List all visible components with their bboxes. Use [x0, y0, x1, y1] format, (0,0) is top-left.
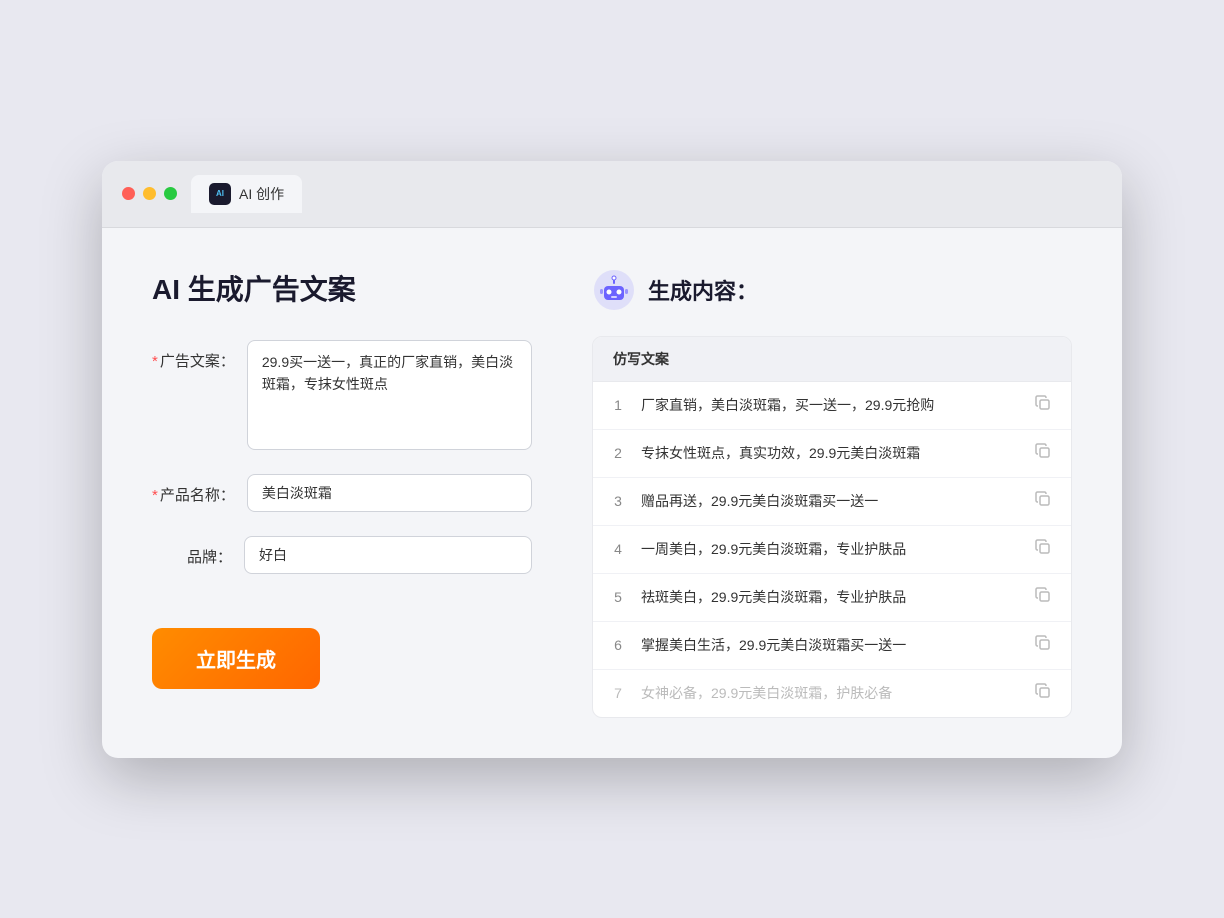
product-name-label: *产品名称：: [152, 474, 235, 505]
table-row: 2 专抹女性斑点，真实功效，29.9元美白淡斑霜: [593, 430, 1071, 478]
row-number: 5: [609, 589, 627, 605]
content-area: AI 生成广告文案 *广告文案： *产品名称： 品牌： 立: [102, 228, 1122, 758]
row-number: 1: [609, 397, 627, 413]
brand-group: 品牌：: [152, 536, 532, 574]
page-title: AI 生成广告文案: [152, 268, 532, 308]
title-bar: AI 创作: [102, 161, 1122, 228]
row-text: 祛斑美白，29.9元美白淡斑霜，专业护肤品: [641, 587, 1021, 608]
table-row: 4 一周美白，29.9元美白淡斑霜，专业护肤品: [593, 526, 1071, 574]
row-text: 掌握美白生活，29.9元美白淡斑霜买一送一: [641, 635, 1021, 656]
product-name-input[interactable]: [247, 474, 532, 512]
copy-icon[interactable]: [1035, 587, 1055, 607]
product-name-group: *产品名称：: [152, 474, 532, 512]
close-button[interactable]: [122, 187, 135, 200]
brand-input[interactable]: [244, 536, 532, 574]
browser-window: AI 创作 AI 生成广告文案 *广告文案： *产品名称：: [102, 161, 1122, 758]
copy-icon[interactable]: [1035, 683, 1055, 703]
row-text: 专抹女性斑点，真实功效，29.9元美白淡斑霜: [641, 443, 1021, 464]
ai-tab-label: AI 创作: [239, 184, 284, 204]
table-row: 3 赠品再送，29.9元美白淡斑霜买一送一: [593, 478, 1071, 526]
brand-label: 品牌：: [152, 536, 232, 567]
row-text: 赠品再送，29.9元美白淡斑霜买一送一: [641, 491, 1021, 512]
row-text: 女神必备，29.9元美白淡斑霜，护肤必备: [641, 683, 1021, 704]
row-text: 厂家直销，美白淡斑霜，买一送一，29.9元抢购: [641, 395, 1021, 416]
row-number: 2: [609, 445, 627, 461]
product-required-star: *: [152, 487, 158, 504]
result-table: 仿写文案 1 厂家直销，美白淡斑霜，买一送一，29.9元抢购 2 专抹女性斑点，真实…: [592, 336, 1072, 718]
ai-tab[interactable]: AI 创作: [191, 175, 302, 213]
ad-copy-input[interactable]: [247, 340, 532, 450]
table-row: 5 祛斑美白，29.9元美白淡斑霜，专业护肤品: [593, 574, 1071, 622]
traffic-lights: [122, 187, 177, 200]
table-row: 1 厂家直销，美白淡斑霜，买一送一，29.9元抢购: [593, 382, 1071, 430]
right-panel: 生成内容： 仿写文案 1 厂家直销，美白淡斑霜，买一送一，29.9元抢购 2 专抹女…: [592, 268, 1072, 718]
copy-icon[interactable]: [1035, 395, 1055, 415]
table-header: 仿写文案: [593, 337, 1071, 382]
copy-icon[interactable]: [1035, 539, 1055, 559]
robot-icon: [592, 268, 636, 312]
ad-required-star: *: [152, 353, 158, 370]
ad-copy-group: *广告文案：: [152, 340, 532, 450]
minimize-button[interactable]: [143, 187, 156, 200]
copy-icon[interactable]: [1035, 491, 1055, 511]
maximize-button[interactable]: [164, 187, 177, 200]
row-number: 6: [609, 637, 627, 653]
copy-icon[interactable]: [1035, 443, 1055, 463]
row-number: 3: [609, 493, 627, 509]
row-text: 一周美白，29.9元美白淡斑霜，专业护肤品: [641, 539, 1021, 560]
row-number: 7: [609, 685, 627, 701]
result-title: 生成内容：: [648, 274, 758, 306]
left-panel: AI 生成广告文案 *广告文案： *产品名称： 品牌： 立: [152, 268, 532, 718]
table-row: 7 女神必备，29.9元美白淡斑霜，护肤必备: [593, 670, 1071, 717]
table-row: 6 掌握美白生活，29.9元美白淡斑霜买一送一: [593, 622, 1071, 670]
copy-icon[interactable]: [1035, 635, 1055, 655]
generate-button[interactable]: 立即生成: [152, 628, 320, 689]
result-header: 生成内容：: [592, 268, 1072, 312]
ai-tab-icon: [209, 183, 231, 205]
row-number: 4: [609, 541, 627, 557]
ad-copy-label: *广告文案：: [152, 340, 235, 371]
